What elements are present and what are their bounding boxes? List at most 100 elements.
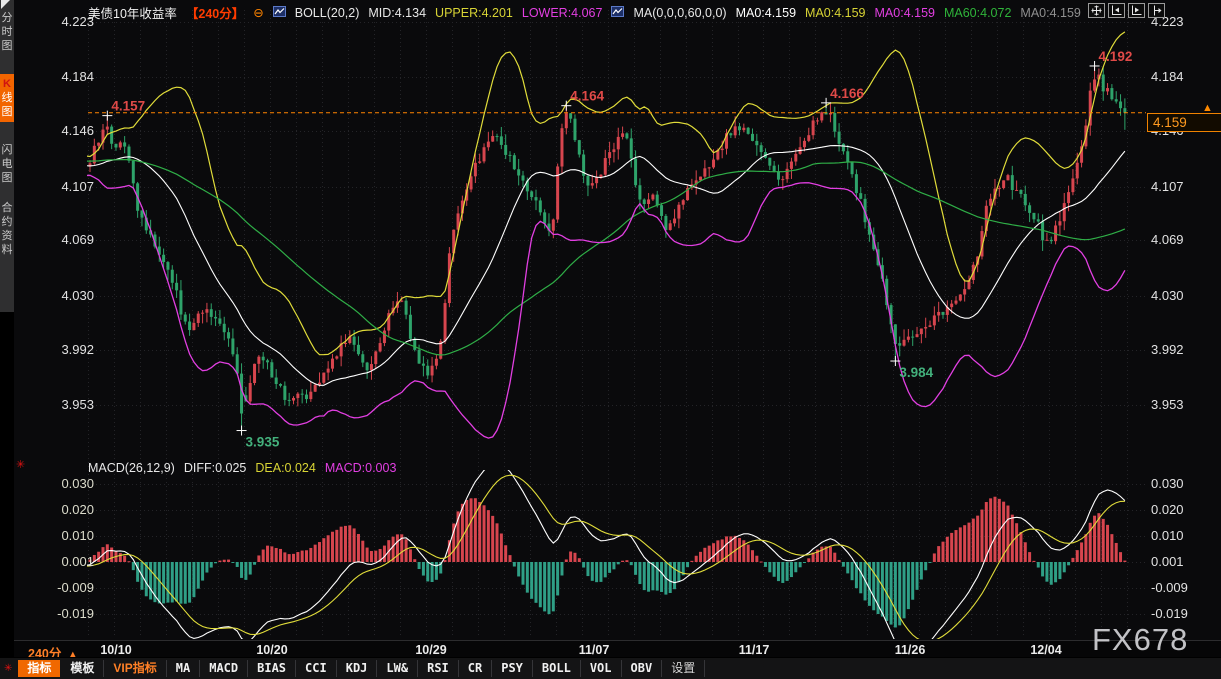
toolbar-item-设置[interactable]: 设置 <box>662 660 705 677</box>
macd-legend-item-0: MACD(26,12,9) <box>88 461 175 475</box>
tab-char: 图 <box>2 40 13 52</box>
sidebar-tab-2[interactable]: K线图 <box>0 74 14 122</box>
price-axis-label: 3.992 <box>50 342 94 357</box>
stream-icon[interactable]: ⊖ <box>253 5 263 20</box>
kline-legend-item-13: MA60:4.072 <box>944 6 1011 20</box>
kline-legend-item-11: MA0:4.159 <box>805 6 865 20</box>
toolbar-item-PSY[interactable]: PSY <box>492 660 533 677</box>
tab-char: 资 <box>2 230 13 242</box>
chart-tool-icons <box>1088 3 1165 18</box>
tab-char: 料 <box>2 244 13 256</box>
macd-legend-item-2: DEA:0.024 <box>255 461 315 475</box>
svg-text:4.164: 4.164 <box>570 89 604 104</box>
price-axis-label: 4.069 <box>1151 232 1211 247</box>
tab-char: 图 <box>2 106 13 118</box>
macd-axis-label: 0.030 <box>42 476 94 491</box>
macd-axis-label: 0.030 <box>1151 476 1211 491</box>
price-axis-label: 4.030 <box>50 288 94 303</box>
toolbar-item-指标[interactable]: 指标 <box>18 660 60 677</box>
macd-legend-item-3: MACD:0.003 <box>325 461 397 475</box>
toolbar-item-MA[interactable]: MA <box>167 660 200 677</box>
date-label-10/29: 10/29 <box>401 643 461 657</box>
kline-legend: 美债10年收益率【240分】 ⊖ BOLL(20,2) MID:4.134 UPPER:… <box>88 3 1081 22</box>
collapse-sidebar-icon[interactable] <box>1 0 10 9</box>
app-window: 4.1573.9354.1644.1663.9844.192 分时图K线图闪电图… <box>0 0 1221 679</box>
toolbar-item-VIP指标[interactable]: VIP指标 <box>104 660 166 677</box>
date-label-11/17: 11/17 <box>724 643 784 657</box>
mini-chart-icon <box>273 6 286 20</box>
tab-char: 闪 <box>2 144 13 156</box>
svg-text:3.935: 3.935 <box>246 435 280 450</box>
current-price-tag: 4.159 <box>1147 113 1221 132</box>
price-axis-label: 3.992 <box>1151 342 1211 357</box>
macd-axis-label: 0.010 <box>1151 528 1211 543</box>
date-label-10/10: 10/10 <box>86 643 146 657</box>
toolbar-item-OBV[interactable]: OBV <box>622 660 663 677</box>
tab-char: 时 <box>2 26 13 38</box>
tab-char: 约 <box>2 216 13 228</box>
bottom-toolbar: ✳ 指标模板VIP指标MAMACDBIASCCIKDJLW&RSICRPSYBO… <box>0 657 1221 679</box>
kline-legend-item-10: MA0:4.159 <box>736 6 796 20</box>
macd-axis-label: -0.019 <box>1151 606 1211 621</box>
price-axis-label: 4.107 <box>50 179 94 194</box>
expand-pane-icon[interactable] <box>1148 3 1165 18</box>
price-axis-label: 4.184 <box>1151 69 1211 84</box>
sidebar-tab-3[interactable]: 闪电图 <box>0 140 14 188</box>
toolbar-item-BIAS[interactable]: BIAS <box>248 660 296 677</box>
fx678-watermark: FX678 <box>1092 622 1188 658</box>
toolbar-item-LW&[interactable]: LW& <box>377 660 418 677</box>
price-axis-label: 3.953 <box>1151 397 1211 412</box>
svg-text:4.157: 4.157 <box>111 99 145 114</box>
compress-right-icon[interactable] <box>1128 3 1145 18</box>
macd-legend: MACD(26,12,9)DIFF:0.025DEA:0.024MACD:0.0… <box>88 461 396 475</box>
date-label-11/26: 11/26 <box>880 643 940 657</box>
toolbar-item-模板[interactable]: 模板 <box>61 660 104 677</box>
tab-char: 电 <box>2 158 13 170</box>
toolbar-item-KDJ[interactable]: KDJ <box>337 660 378 677</box>
price-axis-label: 4.146 <box>50 123 94 138</box>
sidebar: 分时图K线图闪电图合约资料 <box>0 0 14 679</box>
svg-text:4.166: 4.166 <box>830 86 864 101</box>
kline-legend-item-14: MA0:4.159 <box>1020 6 1080 20</box>
mini-chart-icon <box>611 6 624 20</box>
macd-axis-label: 0.010 <box>42 528 94 543</box>
sidebar-tab-4[interactable]: 合约资料 <box>0 198 14 260</box>
toolbar-item-CR[interactable]: CR <box>459 660 492 677</box>
tab-char: 分 <box>2 12 13 24</box>
tab-char: 图 <box>2 172 13 184</box>
toolbar-item-BOLL[interactable]: BOLL <box>533 660 581 677</box>
price-axis-label: 4.069 <box>50 232 94 247</box>
macd-axis-label: 0.020 <box>42 502 94 517</box>
kline-legend-item-7: LOWER:4.067 <box>522 6 603 20</box>
toolbar-item-RSI[interactable]: RSI <box>418 660 459 677</box>
chart-canvas[interactable]: 4.157 3.935 4.164 4.166 3.984 4.192 <box>0 0 1221 679</box>
price-axis-label: 3.953 <box>50 397 94 412</box>
svg-text:3.984: 3.984 <box>899 365 933 380</box>
kline-legend-item-1: 【240分】 <box>186 3 244 22</box>
kline-legend-item-5: MID:4.134 <box>368 6 426 20</box>
toolbar-item-CCI[interactable]: CCI <box>296 660 337 677</box>
macd-axis-label: 0.020 <box>1151 502 1211 517</box>
macd-burst-icon[interactable]: ✳ <box>16 458 25 471</box>
toolbar-item-MACD[interactable]: MACD <box>200 660 248 677</box>
toolbar-burst-icon[interactable]: ✳ <box>4 663 12 674</box>
kline-legend-item-0: 美债10年收益率 <box>88 3 177 22</box>
price-axis-label: 4.107 <box>1151 179 1211 194</box>
macd-axis-label: -0.009 <box>1151 580 1211 595</box>
svg-text:4.192: 4.192 <box>1099 49 1133 64</box>
sidebar-tab-1[interactable]: 分时图 <box>0 8 14 56</box>
kline-legend-item-9: MA(0,0,0,60,0,0) <box>633 6 726 20</box>
pan-icon[interactable] <box>1088 3 1105 18</box>
tab-char: 合 <box>2 202 13 214</box>
macd-axis-label: -0.019 <box>42 606 94 621</box>
kline-legend-item-4: BOLL(20,2) <box>295 6 360 20</box>
tab-char: 线 <box>2 92 13 104</box>
date-label-11/07: 11/07 <box>564 643 624 657</box>
toolbar-item-VOL[interactable]: VOL <box>581 660 622 677</box>
kline-legend-item-6: UPPER:4.201 <box>435 6 513 20</box>
compress-left-icon[interactable] <box>1108 3 1125 18</box>
date-label-10/20: 10/20 <box>242 643 302 657</box>
tab-char: K <box>3 78 11 90</box>
macd-axis-label: -0.009 <box>42 580 94 595</box>
macd-axis-label: 0.001 <box>1151 554 1211 569</box>
